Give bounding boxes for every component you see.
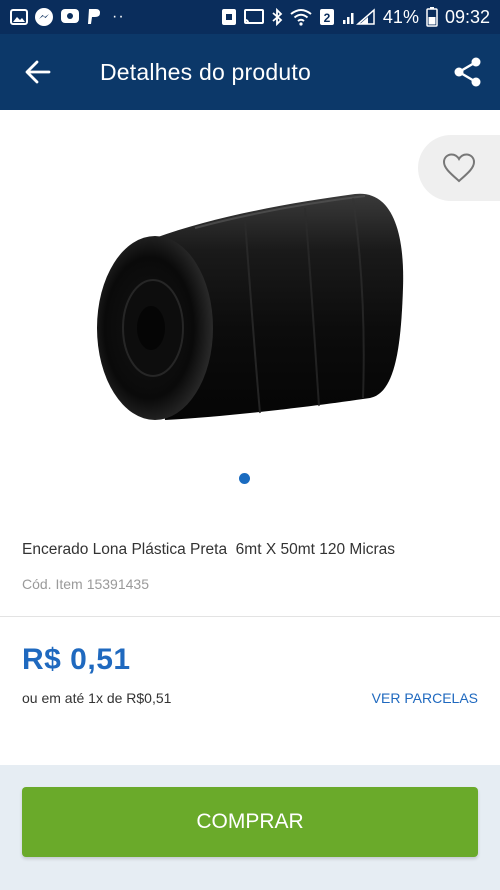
see-installments-link[interactable]: VER PARCELAS (372, 690, 478, 706)
heart-icon (442, 153, 476, 183)
back-button[interactable] (0, 34, 76, 110)
chat-notification-icon (60, 7, 80, 27)
paypal-notification-icon (86, 7, 102, 27)
system-icons: 2 41% 09:32 (221, 7, 490, 28)
back-arrow-icon (25, 60, 51, 84)
product-info: Encerado Lona Plástica Preta 6mt X 50mt … (0, 510, 500, 617)
signal-icon (342, 8, 376, 26)
lock-icon (221, 8, 237, 26)
gallery-pager-dot[interactable] (239, 473, 250, 484)
sim-badge-icon: 2 (319, 8, 335, 26)
installments-text: ou em até 1x de R$0,51 (22, 690, 172, 706)
product-code-value: 15391435 (86, 576, 149, 592)
product-image (97, 193, 404, 420)
product-code-label: Cód. Item (22, 576, 83, 592)
buy-area: COMPRAR (0, 765, 500, 890)
buy-button[interactable]: COMPRAR (22, 787, 478, 857)
battery-icon (426, 7, 438, 27)
bluetooth-icon (271, 8, 283, 26)
share-icon (454, 57, 481, 87)
product-image-gallery[interactable] (0, 110, 500, 510)
cast-icon (243, 8, 264, 26)
price-block: R$ 0,51 ou em até 1x de R$0,51 VER PARCE… (0, 617, 500, 765)
share-button[interactable] (436, 34, 500, 110)
gallery-notification-icon (10, 9, 28, 25)
app-bar: Detalhes do produto (0, 34, 500, 110)
product-code: Cód. Item 15391435 (22, 576, 149, 592)
messenger-notification-icon (34, 7, 54, 27)
battery-percent: 41% (382, 6, 419, 27)
product-name: Encerado Lona Plástica Preta 6mt X 50mt … (22, 541, 396, 558)
more-notifications-indicator: ·· (112, 8, 125, 25)
clock: 09:32 (444, 6, 490, 27)
page-title: Detalhes do produto (100, 58, 311, 85)
status-bar: ·· 2 41% 09:32 (0, 0, 500, 34)
notification-icons: ·· (10, 7, 125, 27)
wifi-icon (290, 8, 312, 26)
product-price: R$ 0,51 (22, 643, 131, 676)
sim-badge-label: 2 (324, 11, 331, 25)
favorite-button[interactable] (418, 135, 500, 201)
